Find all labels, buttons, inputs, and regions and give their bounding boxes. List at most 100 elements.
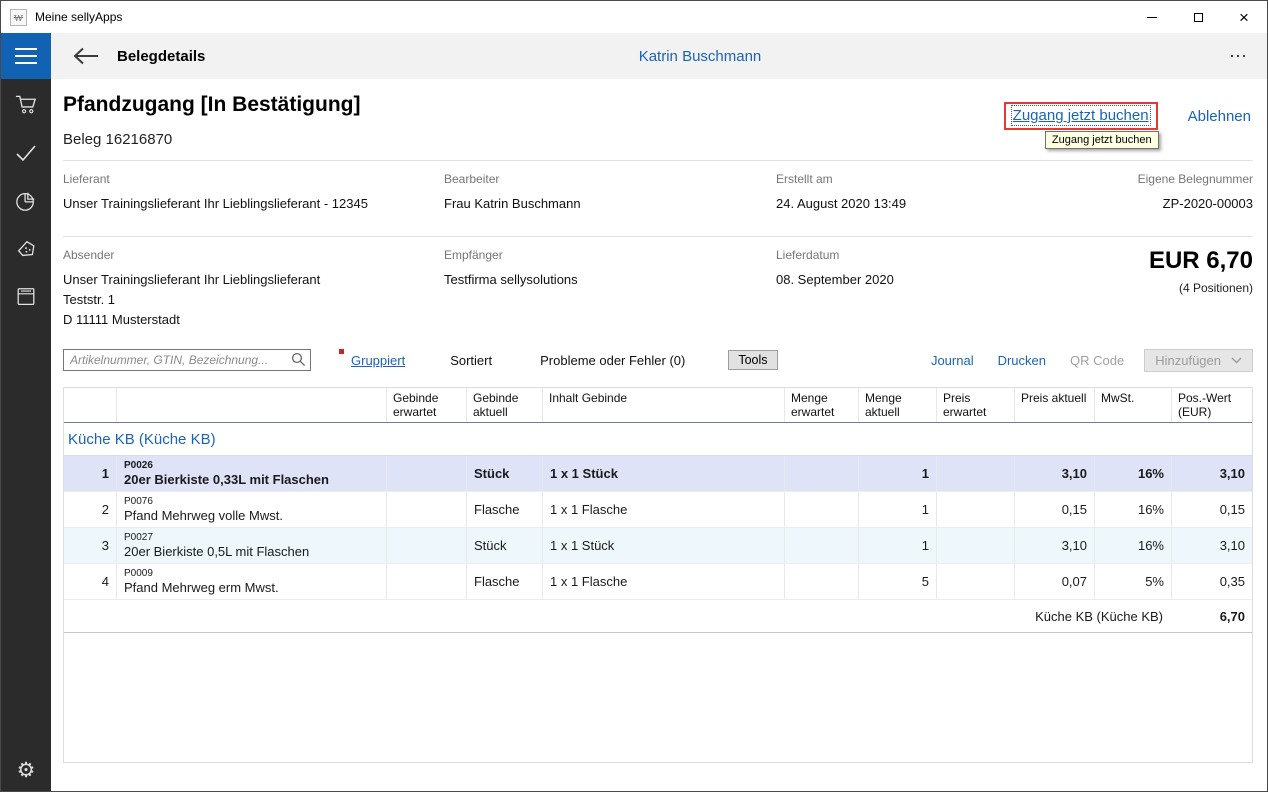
field-label: Erstellt am	[776, 172, 1138, 186]
table-row[interactable]: 3 P0027 20er Bierkiste 0,5L mit Flaschen…	[64, 528, 1252, 564]
back-button[interactable]	[73, 47, 99, 65]
problems-toggle[interactable]: Probleme oder Fehler (0)	[540, 353, 685, 368]
user-name-link[interactable]: Katrin Buschmann	[639, 48, 762, 65]
positions-table: Gebinde erwartet Gebinde aktuell Inhalt …	[63, 387, 1253, 763]
minimize-icon	[1147, 17, 1157, 18]
total-positions: (4 Positionen)	[1149, 281, 1253, 295]
window-controls: ×	[1129, 1, 1267, 33]
article-code: P0027	[124, 532, 153, 544]
sidebar-item-settings[interactable]: ⚙	[1, 758, 51, 782]
group-header: Küche KB (Küche KB)	[64, 423, 1252, 456]
app-logo-icon: w	[10, 9, 27, 26]
article-name: 20er Bierkiste 0,33L mit Flaschen	[124, 472, 329, 487]
info-row-2: Absender Unser Trainingslieferant Ihr Li…	[51, 237, 1267, 340]
col-gebinde-erwartet: Gebinde erwartet	[387, 388, 467, 422]
app-header: Belegdetails Katrin Buschmann ⋯	[1, 33, 1267, 79]
titlebar: w Meine sellyApps ×	[1, 1, 1267, 33]
add-button-disabled: Hinzufügen	[1144, 349, 1253, 372]
field-label: Eigene Belegnummer	[1138, 172, 1253, 186]
sorted-toggle[interactable]: Sortiert	[450, 353, 492, 368]
print-link[interactable]: Drucken	[998, 353, 1046, 368]
search-input[interactable]	[63, 349, 311, 371]
book-now-tooltip: Zugang jetzt buchen	[1045, 131, 1159, 149]
article-code: P0026	[124, 460, 153, 472]
document-total: EUR 6,70 (4 Positionen)	[1149, 248, 1253, 330]
shopping-cart-icon	[15, 94, 38, 116]
field-lieferant: Lieferant Unser Trainingslieferant Ihr L…	[63, 172, 444, 214]
col-preis-aktuell: Preis aktuell	[1015, 388, 1095, 422]
hamburger-menu-button[interactable]	[1, 33, 51, 79]
minimize-button[interactable]	[1129, 1, 1175, 33]
ellipsis-icon: ⋯	[1229, 46, 1249, 66]
col-menge-erwartet: Menge erwartet	[785, 388, 859, 422]
qr-code-link-disabled: QR Code	[1070, 353, 1124, 368]
field-value-line: Teststr. 1	[63, 290, 444, 310]
article-code: P0076	[124, 496, 153, 508]
col-mwst: MwSt.	[1095, 388, 1172, 422]
search-icon[interactable]	[291, 352, 306, 367]
maximize-button[interactable]	[1175, 1, 1221, 33]
field-value-line: Unser Trainingslieferant Ihr Lieblingsli…	[63, 270, 444, 290]
col-rownum	[64, 388, 117, 422]
field-value: 24. August 2020 13:49	[776, 194, 1138, 214]
maximize-icon	[1194, 13, 1203, 22]
group-footer-label: Küche KB (Küche KB)	[64, 600, 1172, 632]
close-button[interactable]: ×	[1221, 1, 1267, 33]
journal-link[interactable]: Journal	[931, 353, 974, 368]
field-empfaenger: Empfänger Testfirma sellysolutions	[444, 248, 776, 330]
book-now-link[interactable]: Zugang jetzt buchen	[1013, 107, 1149, 124]
close-icon: ×	[1239, 9, 1249, 26]
col-gebinde-aktuell: Gebinde aktuell	[467, 388, 543, 422]
positions-toolbar: Gruppiert Sortiert Probleme oder Fehler …	[51, 340, 1267, 372]
sidebar-item-orders[interactable]	[1, 81, 51, 129]
document-header: Pfandzugang [In Bestätigung] Beleg 16216…	[51, 79, 1267, 148]
col-inhalt-gebinde: Inhalt Gebinde	[543, 388, 785, 422]
total-amount: EUR 6,70	[1149, 248, 1253, 274]
more-options-button[interactable]: ⋯	[1229, 46, 1249, 67]
table-row[interactable]: 2 P0076 Pfand Mehrweg volle Mwst. Flasch…	[64, 492, 1252, 528]
article-code: P0009	[124, 568, 153, 580]
info-row-1: Lieferant Unser Trainingslieferant Ihr L…	[51, 161, 1267, 224]
window-title: Meine sellyApps	[35, 10, 122, 24]
col-menge-aktuell: Menge aktuell	[859, 388, 937, 422]
group-footer-total: 6,70	[1172, 600, 1252, 632]
group-footer: Küche KB (Küche KB) 6,70	[64, 600, 1252, 633]
settings-gear-icon: ⚙	[17, 758, 36, 782]
main-content: Pfandzugang [In Bestätigung] Beleg 16216…	[51, 79, 1267, 763]
table-row[interactable]: 4 P0009 Pfand Mehrweg erm Mwst. Flasche …	[64, 564, 1252, 600]
page-title: Belegdetails	[117, 48, 205, 65]
price-tag-icon	[15, 238, 37, 260]
grouped-indicator-dot-icon	[339, 349, 344, 354]
chevron-down-icon	[1231, 357, 1242, 364]
field-value-line: D 11111 Musterstadt	[63, 310, 444, 330]
sidebar-item-statistics[interactable]	[1, 177, 51, 225]
article-name: 20er Bierkiste 0,5L mit Flaschen	[124, 544, 309, 559]
sidebar-item-offers[interactable]	[1, 225, 51, 273]
sidebar-item-confirmations[interactable]	[1, 129, 51, 177]
document-actions: Zugang jetzt buchen Zugang jetzt buchen …	[1004, 102, 1253, 130]
back-arrow-icon	[73, 47, 99, 65]
article-name: Pfand Mehrweg erm Mwst.	[124, 580, 279, 595]
grouped-toggle[interactable]: Gruppiert	[351, 353, 405, 368]
field-bearbeiter: Bearbeiter Frau Katrin Buschmann	[444, 172, 776, 214]
field-value: Unser Trainingslieferant Ihr Lieblingsli…	[63, 194, 444, 214]
field-belegnummer: Eigene Belegnummer ZP-2020-00003	[1138, 172, 1253, 214]
search-box	[63, 349, 311, 371]
tools-button[interactable]: Tools	[728, 350, 777, 370]
field-value: 08. September 2020	[776, 270, 1149, 290]
col-pos-wert: Pos.-Wert (EUR)	[1172, 388, 1252, 422]
reject-link[interactable]: Ablehnen	[1188, 108, 1251, 125]
table-row[interactable]: 1 P0026 20er Bierkiste 0,33L mit Flasche…	[64, 456, 1252, 492]
pie-chart-icon	[15, 190, 37, 212]
field-value: Frau Katrin Buschmann	[444, 194, 776, 214]
field-value: Testfirma sellysolutions	[444, 270, 776, 290]
field-label: Lieferant	[63, 172, 444, 186]
sidebar: ⚙	[1, 79, 51, 791]
book-icon	[15, 286, 37, 308]
hamburger-icon	[15, 48, 37, 50]
sidebar-item-catalog[interactable]	[1, 273, 51, 321]
table-header-row: Gebinde erwartet Gebinde aktuell Inhalt …	[64, 388, 1252, 423]
field-label: Bearbeiter	[444, 172, 776, 186]
app-window: w Meine sellyApps × Belegdetails Katrin …	[0, 0, 1268, 792]
col-preis-erwartet: Preis erwartet	[937, 388, 1015, 422]
